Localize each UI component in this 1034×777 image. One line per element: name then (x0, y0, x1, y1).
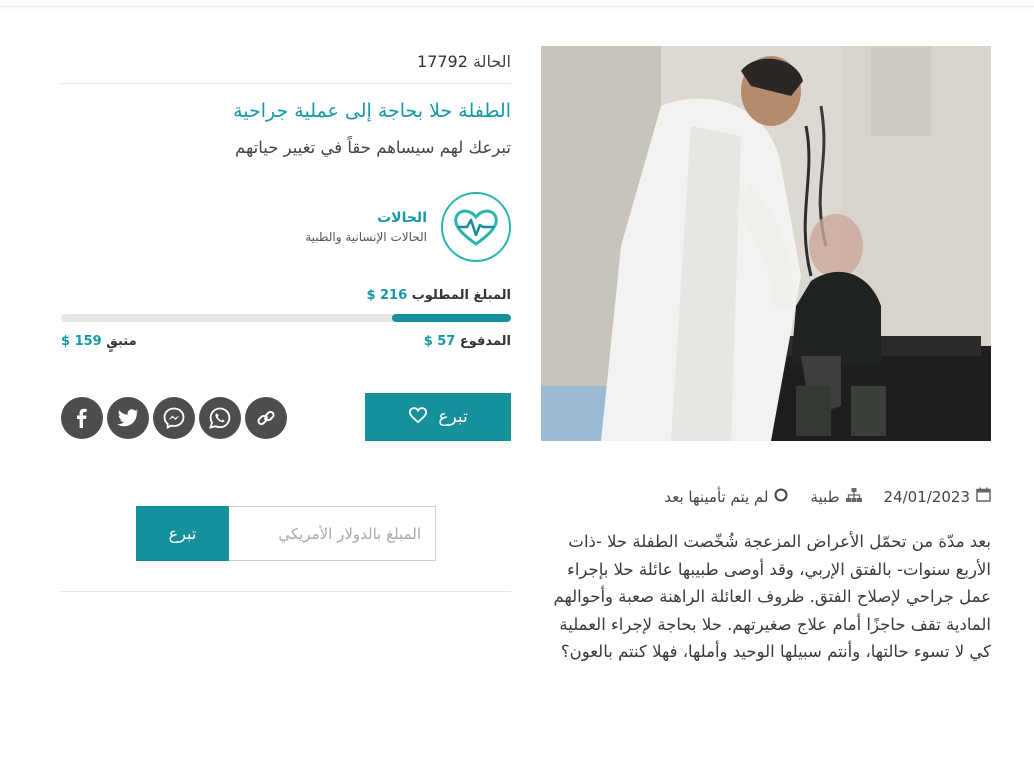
sitemap-icon (845, 487, 862, 506)
meta-status-text: لم يتم تأمينها بعد (664, 487, 769, 506)
donation-amount-input[interactable] (228, 506, 436, 561)
heart-outline-icon (408, 406, 428, 429)
remaining-value: 159 $ (61, 334, 102, 349)
whatsapp-icon[interactable] (199, 397, 241, 439)
donation-submit-button[interactable]: تبرع (136, 506, 229, 561)
messenger-icon[interactable] (153, 397, 195, 439)
paid-value: 57 $ (423, 334, 456, 349)
category-title: الحالات (377, 210, 427, 226)
meta-type: طبية (810, 487, 862, 506)
top-nav-bar (0, 0, 1034, 7)
circle-outline-icon (774, 488, 788, 506)
meta-date: 24/01/2023 (884, 487, 991, 506)
case-photo (541, 46, 991, 441)
case-title: الطفلة حلا بحاجة إلى عملية جراحية (233, 100, 511, 122)
goal-label: المبلغ المطلوب (411, 288, 511, 303)
remaining-label: متبقٍ (106, 334, 137, 349)
goal-value: 216 $ (366, 288, 408, 303)
case-id-label: الحالة 17792 (61, 52, 511, 71)
funding-progress-bar (61, 314, 511, 322)
heart-pulse-icon (441, 192, 511, 262)
paid-label: المدفوع (459, 334, 511, 349)
case-subtitle: تبرعك لهم سيساهم حقاً في تغيير حياتهم (235, 138, 511, 157)
case-description: بعد مدّة من تحمّل الأعراض المزعجة شُخّصت… (553, 532, 991, 661)
category-text: الحالات الحالات الإنسانية والطبية (305, 210, 427, 244)
meta-date-text: 24/01/2023 (883, 487, 970, 506)
donate-button-label: تبرع (438, 407, 468, 427)
remaining-amount: متبقٍ 159 $ (61, 334, 137, 349)
twitter-icon[interactable] (107, 397, 149, 439)
goal-amount: المبلغ المطلوب 216 $ (61, 288, 511, 303)
divider (61, 83, 511, 84)
share-buttons (61, 397, 287, 439)
calendar-icon (976, 487, 991, 506)
case-meta-row: 24/01/2023 طبية لم يتم تأمينها بعد (541, 487, 991, 506)
donate-button[interactable]: تبرع (365, 393, 511, 441)
funding-progress-fill (392, 314, 511, 322)
category-subtitle: الحالات الإنسانية والطبية (305, 230, 427, 244)
meta-type-text: طبية (810, 487, 840, 506)
facebook-icon[interactable] (61, 397, 103, 439)
category-block[interactable]: الحالات الحالات الإنسانية والطبية (211, 190, 511, 264)
paid-amount: المدفوع 57 $ (424, 334, 511, 349)
link-icon[interactable] (245, 397, 287, 439)
case-id-prefix: الحالة (473, 52, 511, 71)
meta-status: لم يتم تأمينها بعد (664, 488, 788, 506)
divider (61, 591, 511, 592)
case-id-number: 17792 (417, 52, 468, 71)
